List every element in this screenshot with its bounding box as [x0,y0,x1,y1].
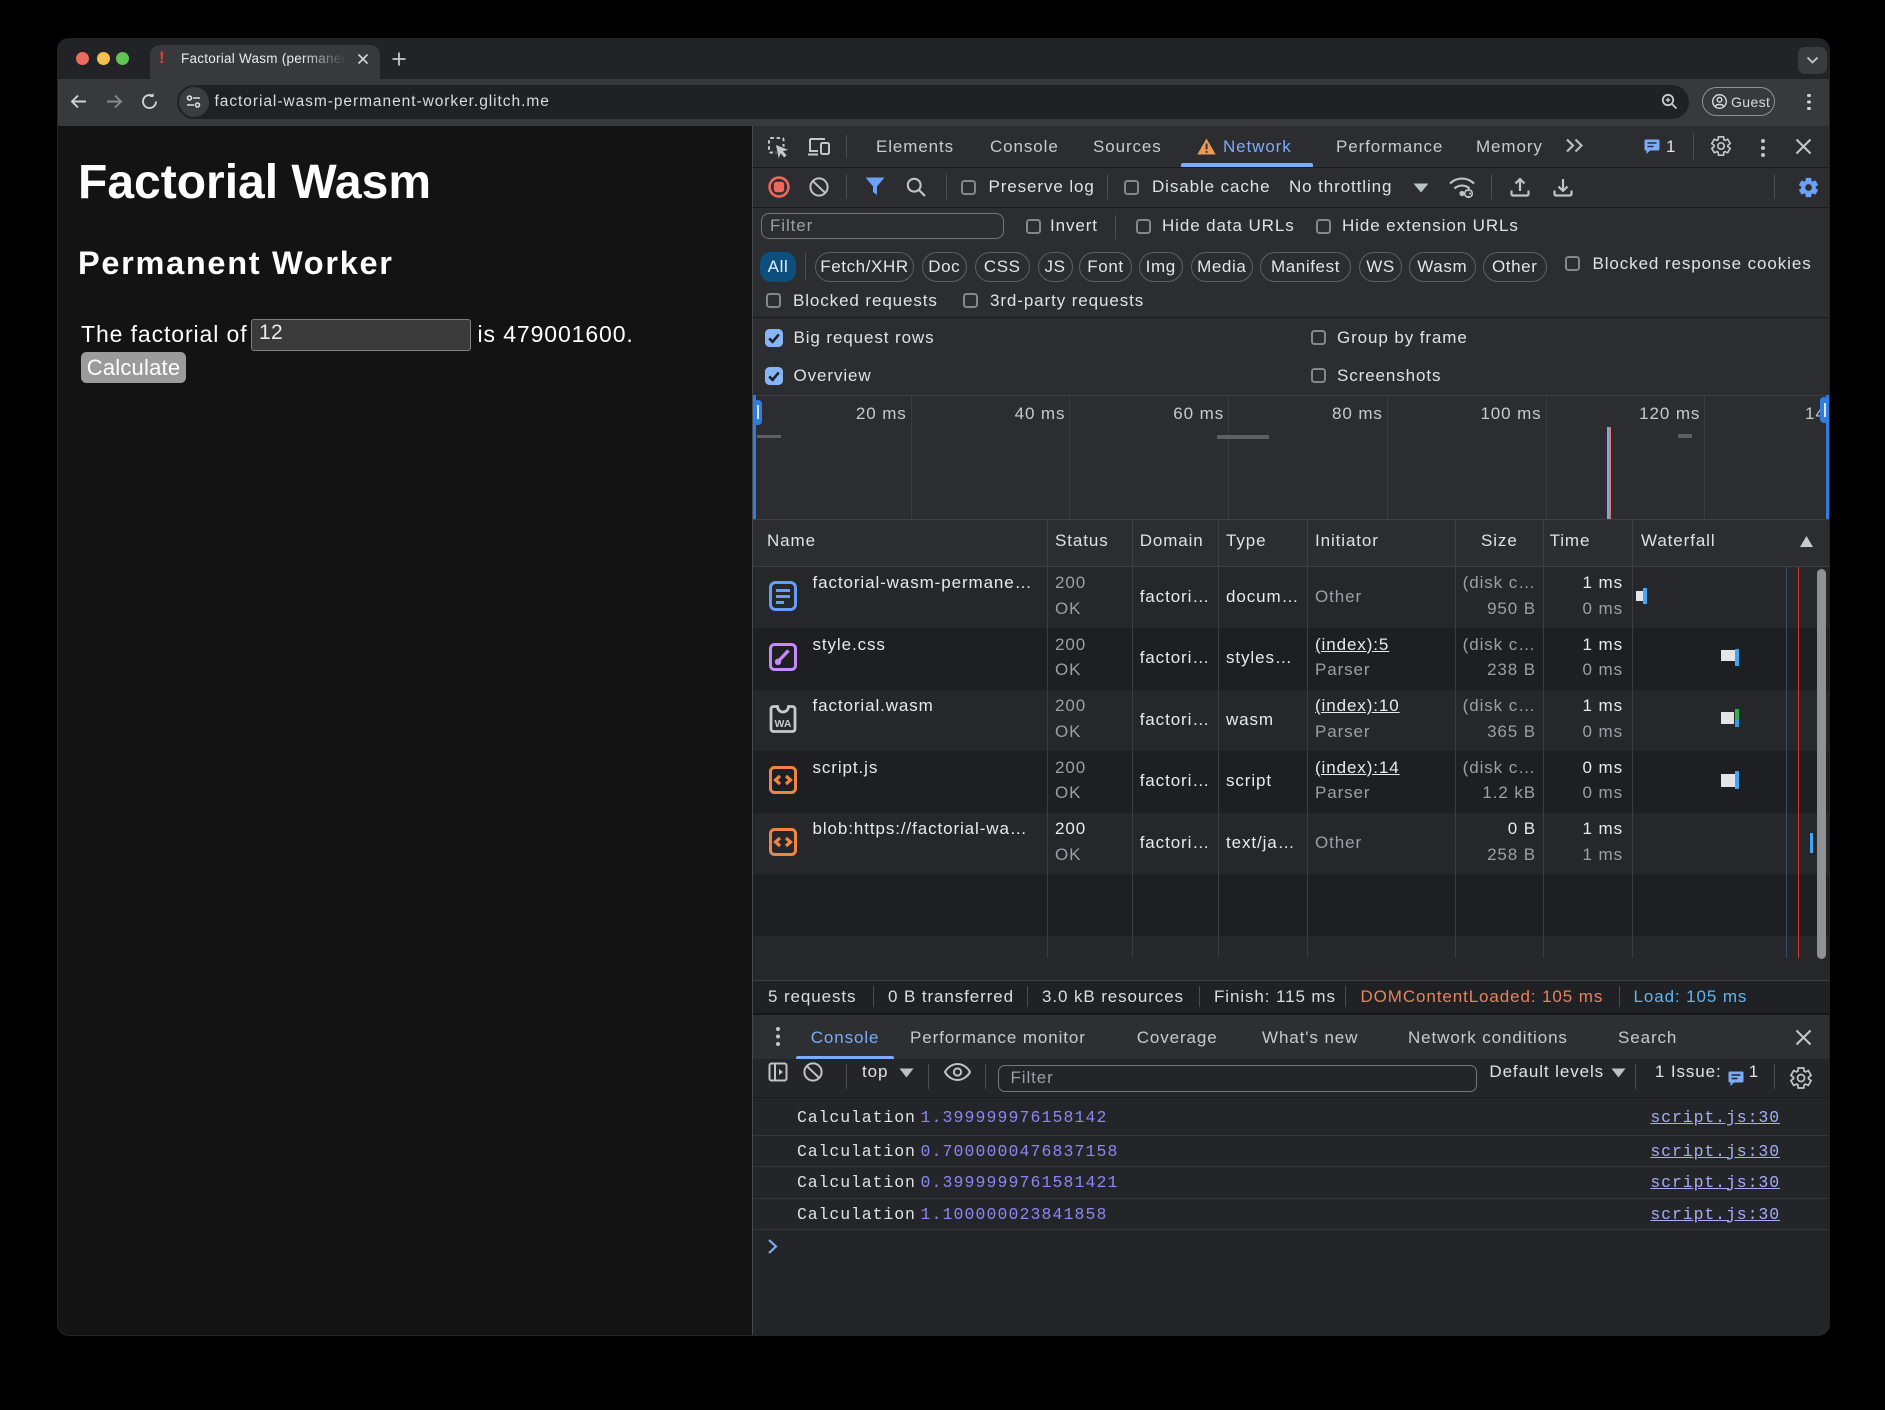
svg-text:WA: WA [775,718,792,730]
